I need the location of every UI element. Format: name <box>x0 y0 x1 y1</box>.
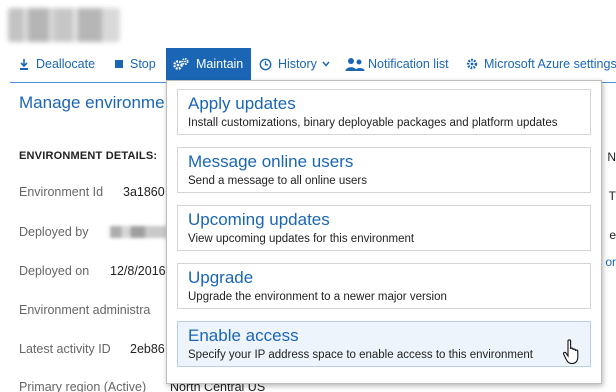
menu-item-message-online-users[interactable]: Message online users Send a message to a… <box>177 147 591 193</box>
page-title-redacted <box>8 8 120 42</box>
menu-item-title: Enable access <box>188 326 299 345</box>
clock-icon <box>259 58 272 71</box>
deallocate-icon <box>18 58 30 71</box>
deallocate-button[interactable]: Deallocate <box>18 48 95 80</box>
panel-title: Manage environme <box>19 93 165 112</box>
menu-item-description: Specify your IP address space to enable … <box>188 349 533 361</box>
users-icon <box>345 57 365 72</box>
command-toolbar: Deallocate Stop Maintain History Notific… <box>0 48 616 80</box>
hand-cursor-icon <box>562 339 579 365</box>
latest-activity-id-label: Latest activity ID <box>19 342 111 356</box>
right-column-heading-fragment: N <box>607 150 616 164</box>
stop-button[interactable]: Stop <box>114 48 156 80</box>
azure-settings-label: Microsoft Azure settings <box>484 57 616 71</box>
menu-item-description: Install customizations, binary deployabl… <box>188 117 558 129</box>
environment-id-value: 3a1860 <box>123 185 165 199</box>
menu-item-upcoming-updates[interactable]: Upcoming updates View upcoming updates f… <box>177 205 591 251</box>
maintain-label: Maintain <box>196 57 244 71</box>
latest-activity-id-value: 2eb86 <box>130 342 165 356</box>
notification-list-label: Notification list <box>368 57 449 71</box>
deployed-on-label: Deployed on <box>19 264 90 278</box>
menu-item-upgrade[interactable]: Upgrade Upgrade the environment to a new… <box>177 263 591 309</box>
primary-region-label: Primary region (Active) <box>19 380 147 392</box>
menu-item-title: Apply updates <box>188 94 296 113</box>
deployed-by-label: Deployed by <box>19 225 89 239</box>
right-column-link-fragment[interactable]: or <box>605 255 616 269</box>
chevron-down-icon <box>322 61 330 67</box>
history-label: History <box>278 57 317 71</box>
right-column-label-fragment: T <box>608 189 616 203</box>
menu-item-description: View upcoming updates for this environme… <box>188 233 415 245</box>
environment-details-heading: ENVIRONMENT DETAILS: <box>19 150 158 162</box>
azure-settings-button[interactable]: Microsoft Azure settings <box>466 48 616 80</box>
gears-icon <box>172 57 190 71</box>
menu-item-title: Upcoming updates <box>188 210 330 229</box>
menu-item-title: Upgrade <box>188 268 254 287</box>
menu-item-title: Message online users <box>188 152 354 171</box>
deployed-on-value: 12/8/2016 <box>110 264 166 278</box>
right-column-value-fragment: e <box>609 228 616 242</box>
menu-item-description: Upgrade the environment to a newer major… <box>188 291 447 303</box>
environment-id-label: Environment Id <box>19 185 104 199</box>
stop-label: Stop <box>130 57 156 71</box>
menu-item-description: Send a message to all online users <box>188 175 367 187</box>
notification-list-button[interactable]: Notification list <box>345 48 449 80</box>
menu-item-enable-access[interactable]: Enable access Specify your IP address sp… <box>177 321 591 367</box>
maintain-dropdown-menu: Apply updates Install customizations, bi… <box>166 80 602 384</box>
menu-item-apply-updates[interactable]: Apply updates Install customizations, bi… <box>177 89 591 135</box>
deallocate-label: Deallocate <box>36 57 96 71</box>
deployed-by-value-redacted <box>110 226 168 238</box>
maintain-button[interactable]: Maintain <box>166 48 252 80</box>
history-button[interactable]: History <box>259 48 330 80</box>
environment-admin-label: Environment administra <box>19 303 151 317</box>
stop-icon <box>114 59 124 69</box>
gear-icon <box>466 58 478 70</box>
